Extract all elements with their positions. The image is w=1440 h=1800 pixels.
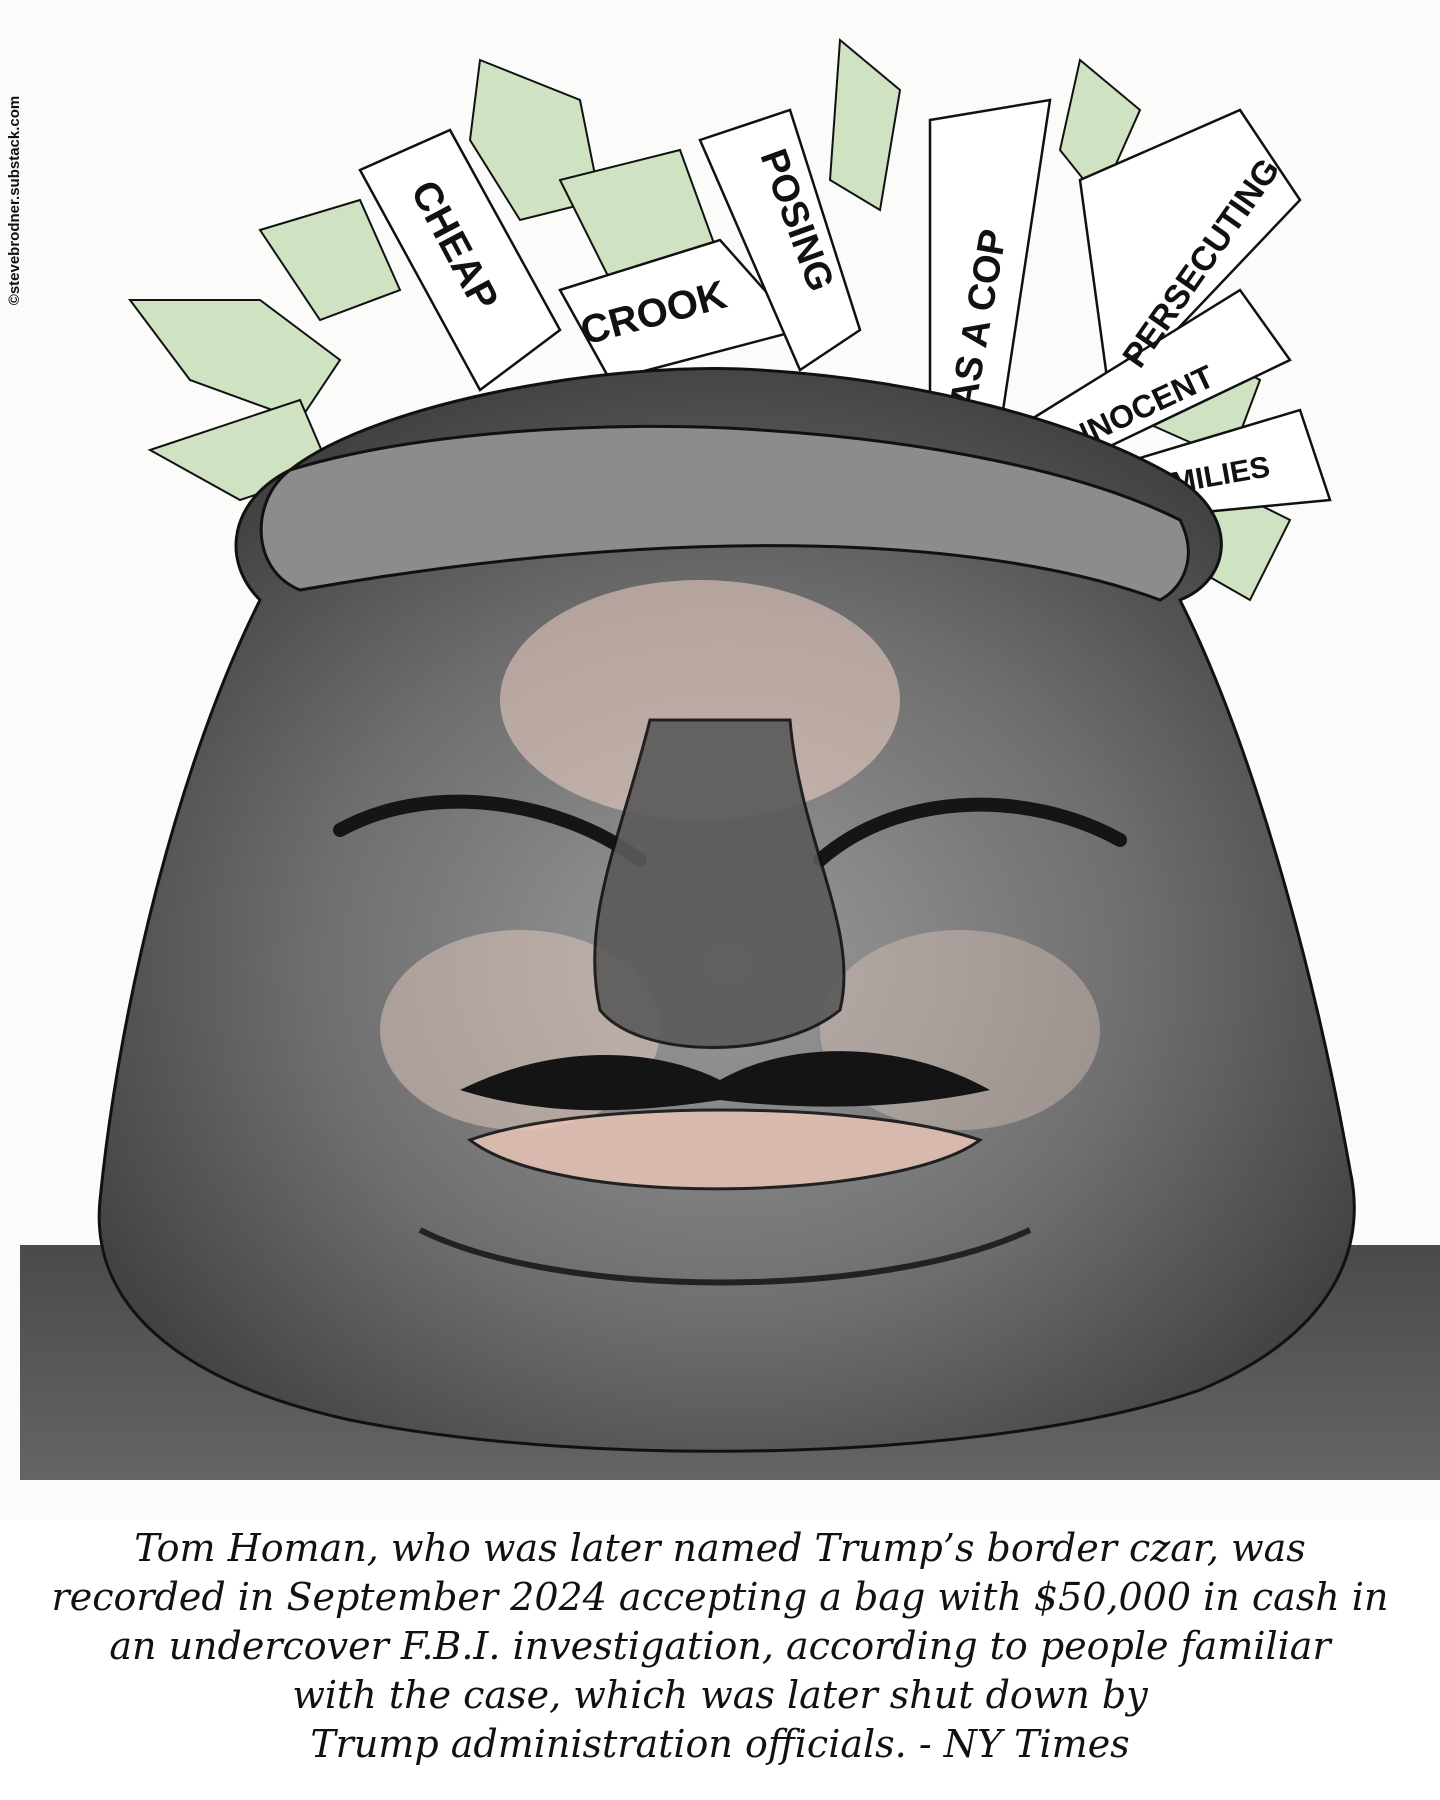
money-bag-face [97,367,1356,1453]
caption: Tom Homan, who was later named Trump’s b… [40,1520,1400,1794]
caption-line-1: Tom Homan, who was later named Trump’s b… [134,1526,1306,1570]
caption-line-2: recorded in September 2024 accepting a b… [51,1575,1389,1619]
caption-line-5: Trump administration officials. - NY Tim… [310,1722,1130,1766]
cartoon-canvas: ©stevebrodner.substack.com CHEAP CROOK P… [0,0,1440,1520]
caption-line-3: an undercover F.B.I. investigation, acco… [109,1624,1331,1668]
caption-line-4: with the case, which was later shut down… [292,1673,1148,1717]
cartoon-illustration: CHEAP CROOK POSING AS A COP PERSECUTING … [20,37,1440,1480]
